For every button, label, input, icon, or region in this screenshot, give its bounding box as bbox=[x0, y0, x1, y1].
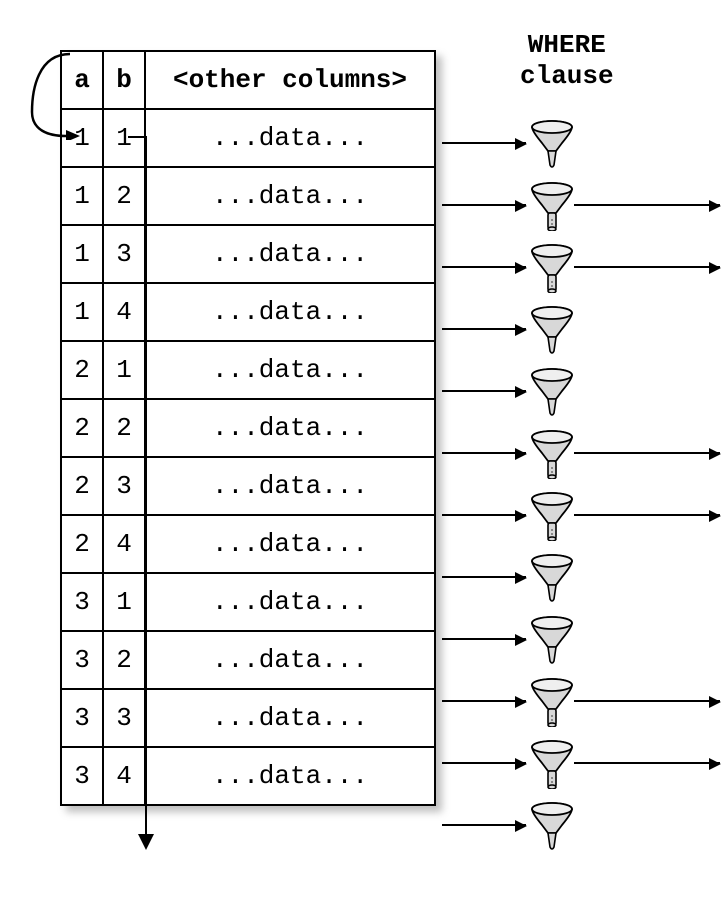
data-table: a b <other columns> 11...data...12...dat… bbox=[60, 50, 436, 806]
funnel-filter-icon bbox=[530, 243, 574, 293]
cell-data: ...data... bbox=[145, 573, 435, 631]
table-row: 24...data... bbox=[61, 515, 435, 573]
cell-a: 3 bbox=[61, 747, 103, 805]
where-text: WHERE bbox=[528, 30, 606, 60]
table-row: 11...data... bbox=[61, 109, 435, 167]
funnel-filter-icon bbox=[530, 615, 574, 665]
entry-arrow-icon bbox=[30, 50, 90, 140]
cell-data: ...data... bbox=[145, 225, 435, 283]
cell-data: ...data... bbox=[145, 747, 435, 805]
cell-data: ...data... bbox=[145, 457, 435, 515]
funnel-filter-icon bbox=[530, 367, 574, 417]
table-row: 13...data... bbox=[61, 225, 435, 283]
table-row: 12...data... bbox=[61, 167, 435, 225]
cell-data: ...data... bbox=[145, 167, 435, 225]
table-row: 31...data... bbox=[61, 573, 435, 631]
cell-a: 1 bbox=[61, 283, 103, 341]
funnel-filter-icon bbox=[530, 181, 574, 231]
arrow-to-filter-icon bbox=[442, 142, 526, 144]
arrow-to-filter-icon bbox=[442, 514, 526, 516]
cell-data: ...data... bbox=[145, 689, 435, 747]
arrow-to-filter-icon bbox=[442, 452, 526, 454]
cell-a: 2 bbox=[61, 515, 103, 573]
arrow-to-filter-icon bbox=[442, 204, 526, 206]
arrow-pass-icon bbox=[574, 700, 720, 702]
cell-a: 2 bbox=[61, 341, 103, 399]
funnel-filter-icon bbox=[530, 677, 574, 727]
arrow-pass-icon bbox=[574, 266, 720, 268]
table-row: 34...data... bbox=[61, 747, 435, 805]
scan-arrow-icon bbox=[138, 136, 154, 852]
arrow-pass-icon bbox=[574, 452, 720, 454]
index-scan-diagram: WHERE clause a b <other columns> 11...da… bbox=[30, 30, 710, 870]
cell-a: 1 bbox=[61, 167, 103, 225]
funnel-filter-icon bbox=[530, 429, 574, 479]
table-row: 23...data... bbox=[61, 457, 435, 515]
cell-a: 1 bbox=[61, 225, 103, 283]
cell-data: ...data... bbox=[145, 341, 435, 399]
table-row: 21...data... bbox=[61, 341, 435, 399]
cell-a: 3 bbox=[61, 573, 103, 631]
arrow-to-filter-icon bbox=[442, 328, 526, 330]
cell-data: ...data... bbox=[145, 631, 435, 689]
funnel-filter-icon bbox=[530, 305, 574, 355]
cell-a: 3 bbox=[61, 689, 103, 747]
arrow-pass-icon bbox=[574, 514, 720, 516]
where-clause-label: WHERE clause bbox=[520, 30, 614, 92]
funnel-filter-icon bbox=[530, 801, 574, 851]
header-other: <other columns> bbox=[145, 51, 435, 109]
arrow-to-filter-icon bbox=[442, 762, 526, 764]
cell-a: 2 bbox=[61, 457, 103, 515]
arrow-pass-icon bbox=[574, 204, 720, 206]
arrow-to-filter-icon bbox=[442, 576, 526, 578]
funnel-filter-icon bbox=[530, 553, 574, 603]
arrow-to-filter-icon bbox=[442, 700, 526, 702]
header-row: a b <other columns> bbox=[61, 51, 435, 109]
table-row: 32...data... bbox=[61, 631, 435, 689]
cell-a: 2 bbox=[61, 399, 103, 457]
funnel-filter-icon bbox=[530, 119, 574, 169]
table-row: 33...data... bbox=[61, 689, 435, 747]
table-row: 22...data... bbox=[61, 399, 435, 457]
arrow-to-filter-icon bbox=[442, 390, 526, 392]
cell-a: 3 bbox=[61, 631, 103, 689]
arrow-pass-icon bbox=[574, 762, 720, 764]
cell-data: ...data... bbox=[145, 399, 435, 457]
header-b: b bbox=[103, 51, 145, 109]
arrow-to-filter-icon bbox=[442, 824, 526, 826]
funnel-filter-icon bbox=[530, 739, 574, 789]
arrow-to-filter-icon bbox=[442, 266, 526, 268]
clause-text: clause bbox=[520, 61, 614, 91]
cell-data: ...data... bbox=[145, 283, 435, 341]
cell-data: ...data... bbox=[145, 515, 435, 573]
table-row: 14...data... bbox=[61, 283, 435, 341]
cell-data: ...data... bbox=[145, 109, 435, 167]
funnel-filter-icon bbox=[530, 491, 574, 541]
arrow-to-filter-icon bbox=[442, 638, 526, 640]
